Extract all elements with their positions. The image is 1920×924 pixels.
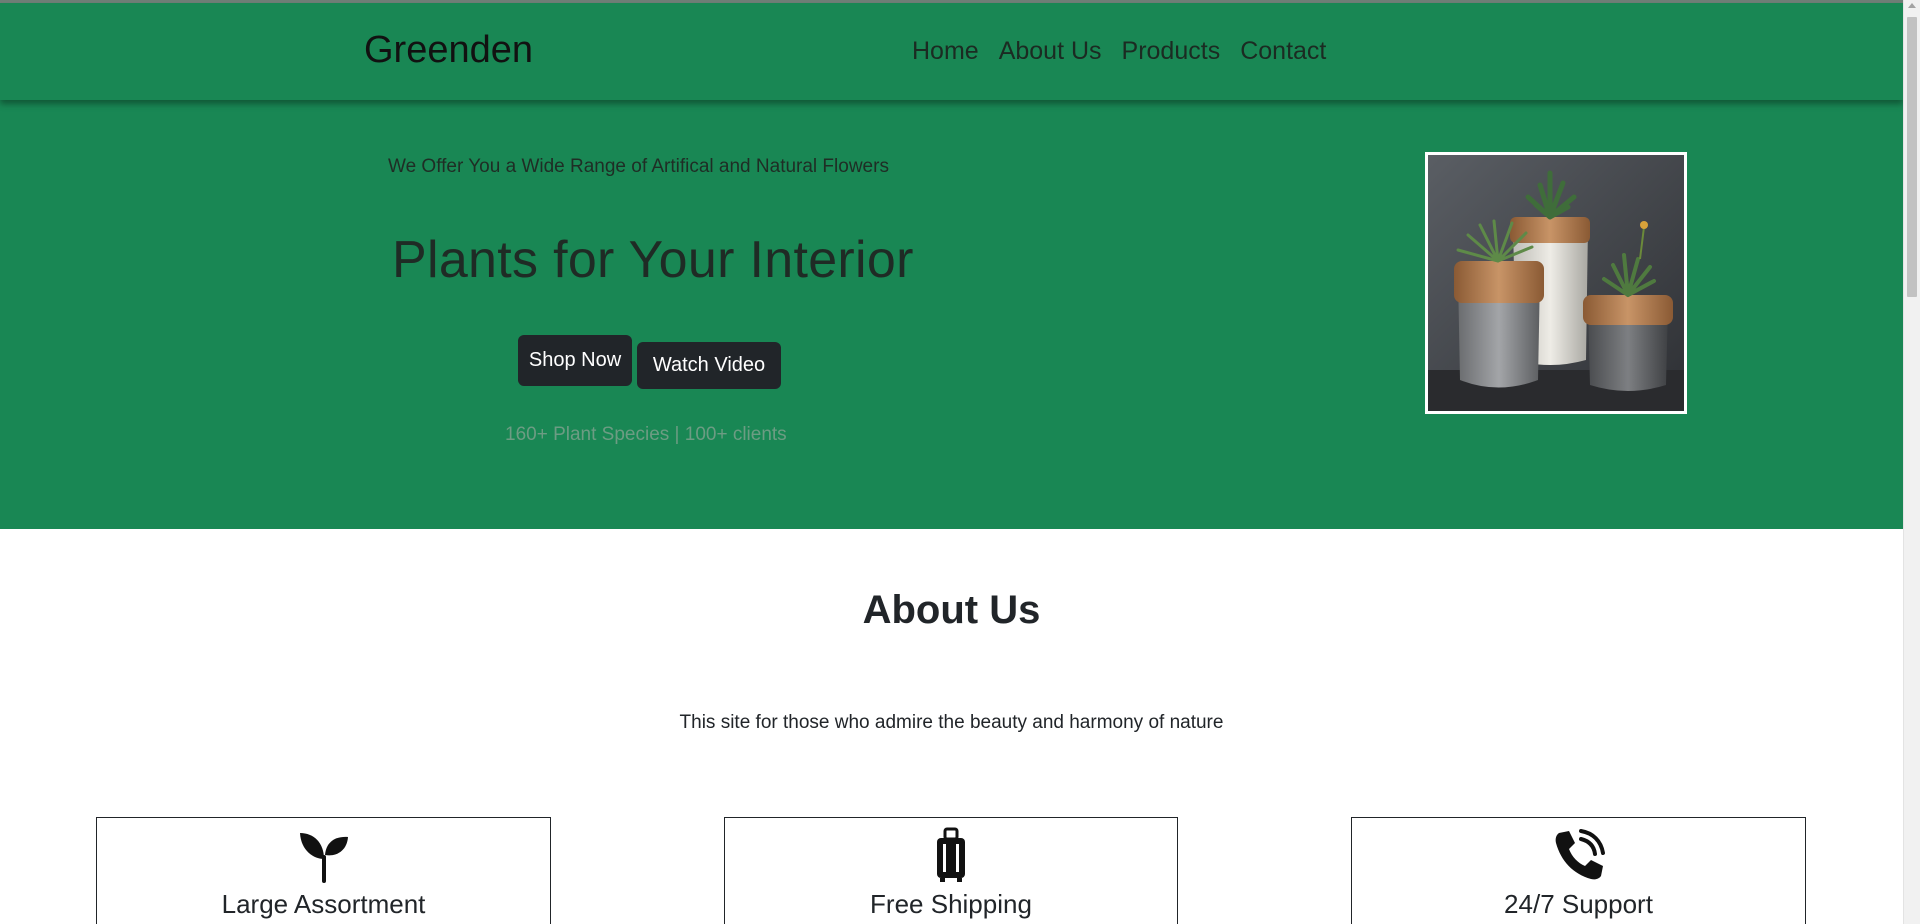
feature-label: Large Assortment — [221, 889, 426, 919]
scroll-up-arrow-icon[interactable] — [1908, 3, 1916, 8]
feature-label: 24/7 Support — [1504, 889, 1653, 919]
potted-plants-illustration — [1428, 155, 1684, 411]
nav-links: Home About Us Products Contact — [912, 37, 1346, 66]
scrollbar-thumb[interactable] — [1907, 17, 1917, 297]
nav-link-contact[interactable]: Contact — [1240, 37, 1326, 66]
feature-card-support: 24/7 Support — [1351, 817, 1806, 924]
nav-link-about-us[interactable]: About Us — [999, 37, 1102, 66]
luggage-icon — [937, 827, 965, 882]
hero-plant-image — [1425, 152, 1687, 414]
vertical-scrollbar[interactable] — [1903, 0, 1920, 924]
shop-now-button[interactable]: Shop Now — [518, 335, 632, 386]
sprout-icon — [299, 833, 348, 883]
feature-card-large-assortment: Large Assortment — [96, 817, 551, 924]
feature-label: Free Shipping — [870, 889, 1032, 919]
about-us-heading: About Us — [862, 588, 1041, 632]
navbar: Greenden Home About Us Products Contact — [0, 3, 1903, 100]
nav-link-home[interactable]: Home — [912, 37, 979, 66]
hero-subtitle: We Offer You a Wide Range of Artifical a… — [388, 156, 889, 177]
hero-section: We Offer You a Wide Range of Artifical a… — [0, 100, 1903, 529]
feature-card-free-shipping: Free Shipping — [724, 817, 1178, 924]
hero-stats: 160+ Plant Species | 100+ clients — [505, 424, 787, 445]
watch-video-button[interactable]: Watch Video — [637, 342, 781, 389]
nav-link-products[interactable]: Products — [1122, 37, 1221, 66]
phone-icon — [1555, 829, 1605, 880]
brand-logo[interactable]: Greenden — [364, 29, 533, 72]
page: Greenden Home About Us Products Contact … — [0, 0, 1903, 924]
about-us-text: This site for those who admire the beaut… — [679, 712, 1224, 733]
hero-title: Plants for Your Interior — [392, 231, 914, 289]
